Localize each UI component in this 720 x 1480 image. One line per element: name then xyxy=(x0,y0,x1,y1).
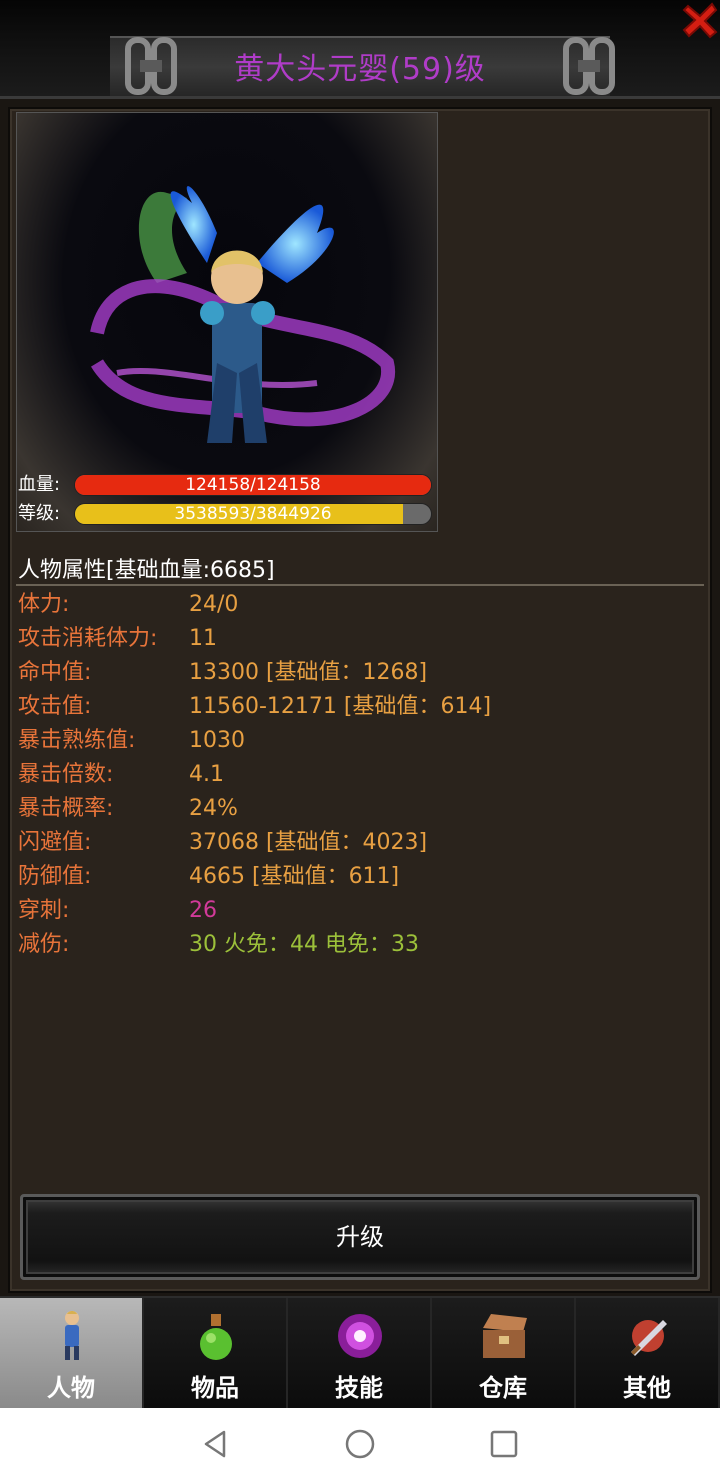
tab-warehouse[interactable]: 仓库 xyxy=(432,1298,576,1408)
attribute-row: 防御值: 4665 [基础值：611] xyxy=(18,860,708,894)
attribute-label: 体力: xyxy=(18,592,70,617)
tab-character[interactable]: 人物 xyxy=(0,1298,144,1408)
attribute-value: 37068 [基础值：4023] xyxy=(189,830,428,855)
attribute-list: 体力: 24/0 攻击消耗体力: 11 命中值: 13300 [基础值：1268] 攻击值:… xyxy=(18,588,708,962)
exp-value: 3538593/3844926 xyxy=(174,504,332,524)
exp-bar-row: 等级: 3538593/3844926 xyxy=(16,501,438,527)
attribute-label: 闪避值: xyxy=(18,830,92,855)
attribute-value: 26 xyxy=(189,898,217,923)
skill-orb-icon xyxy=(338,1314,382,1358)
character-icon xyxy=(65,1311,79,1360)
hp-value: 124158/124158 xyxy=(185,475,321,495)
upgrade-button-label: 升级 xyxy=(336,1223,384,1251)
attribute-label: 穿刺: xyxy=(18,898,70,923)
tab-skills[interactable]: 技能 xyxy=(288,1298,432,1408)
close-x-icon[interactable] xyxy=(680,0,720,40)
tab-label: 技能 xyxy=(335,1374,383,1402)
attribute-label: 防御值: xyxy=(18,864,92,889)
tab-other[interactable]: 其他 xyxy=(576,1298,720,1408)
bottom-tab-bar: 人物 物品 技能 仓库 其他 xyxy=(0,1296,720,1408)
attribute-label: 暴击熟练值: xyxy=(18,728,136,753)
tab-label: 人物 xyxy=(47,1374,95,1402)
attribute-label: 暴击概率: xyxy=(18,796,114,821)
title-bar: 黄大头元婴(59)级 xyxy=(0,0,720,100)
attribute-row: 攻击消耗体力: 11 xyxy=(18,622,708,656)
attribute-label: 攻击消耗体力: xyxy=(18,626,158,651)
back-icon[interactable] xyxy=(200,1428,232,1460)
attribute-row: 命中值: 13300 [基础值：1268] xyxy=(18,656,708,690)
hp-label: 血量: xyxy=(18,474,61,495)
level-label: 等级: xyxy=(18,503,61,524)
tab-label: 物品 xyxy=(191,1374,239,1402)
tab-items[interactable]: 物品 xyxy=(144,1298,288,1408)
attribute-label: 命中值: xyxy=(18,660,92,685)
attribute-value: 30 火免：44 电免：33 xyxy=(189,932,419,957)
character-portrait xyxy=(16,112,438,532)
exp-bar: 3538593/3844926 xyxy=(74,503,432,525)
attribute-label: 减伤: xyxy=(18,932,70,957)
hp-bar: 124158/124158 xyxy=(74,474,432,496)
attribute-row: 穿刺: 26 xyxy=(18,894,708,928)
attribute-row: 暴击概率: 24% xyxy=(18,792,708,826)
home-icon[interactable] xyxy=(344,1428,376,1460)
attribute-value: 4.1 xyxy=(189,762,224,787)
recents-icon[interactable] xyxy=(488,1428,520,1460)
attribute-value: 13300 [基础值：1268] xyxy=(189,660,428,685)
tab-label: 仓库 xyxy=(479,1374,527,1402)
attribute-label: 攻击值: xyxy=(18,694,92,719)
attribute-row: 攻击值: 11560-12171 [基础值：614] xyxy=(18,690,708,724)
attribute-value: 11560-12171 [基础值：614] xyxy=(189,694,492,719)
attribute-value: 11 xyxy=(189,626,217,651)
tab-label: 其他 xyxy=(623,1374,671,1402)
attribute-row: 暴击倍数: 4.1 xyxy=(18,758,708,792)
divider xyxy=(16,584,704,586)
attribute-row: 暴击熟练值: 1030 xyxy=(18,724,708,758)
attribute-value: 24% xyxy=(189,796,238,821)
hp-bar-row: 血量: 124158/124158 xyxy=(16,472,438,498)
attribute-row: 闪避值: 37068 [基础值：4023] xyxy=(18,826,708,860)
character-figure-icon xyxy=(90,186,396,443)
attribute-row: 体力: 24/0 xyxy=(18,588,708,622)
attribute-value: 1030 xyxy=(189,728,245,753)
attribute-value: 4665 [基础值：611] xyxy=(189,864,400,889)
attribute-label: 暴击倍数: xyxy=(18,762,114,787)
page-title: 黄大头元婴(59)级 xyxy=(234,52,486,87)
potion-icon xyxy=(200,1314,232,1360)
upgrade-button[interactable]: 升级 xyxy=(20,1194,700,1280)
system-nav-bar xyxy=(0,1408,720,1480)
attributes-title: 人物属性[基础血量:6685] xyxy=(18,558,275,583)
chest-icon xyxy=(483,1314,527,1358)
sword-icon xyxy=(631,1320,667,1356)
attribute-value: 24/0 xyxy=(189,592,239,617)
attribute-row: 减伤: 30 火免：44 电免：33 xyxy=(18,928,708,962)
